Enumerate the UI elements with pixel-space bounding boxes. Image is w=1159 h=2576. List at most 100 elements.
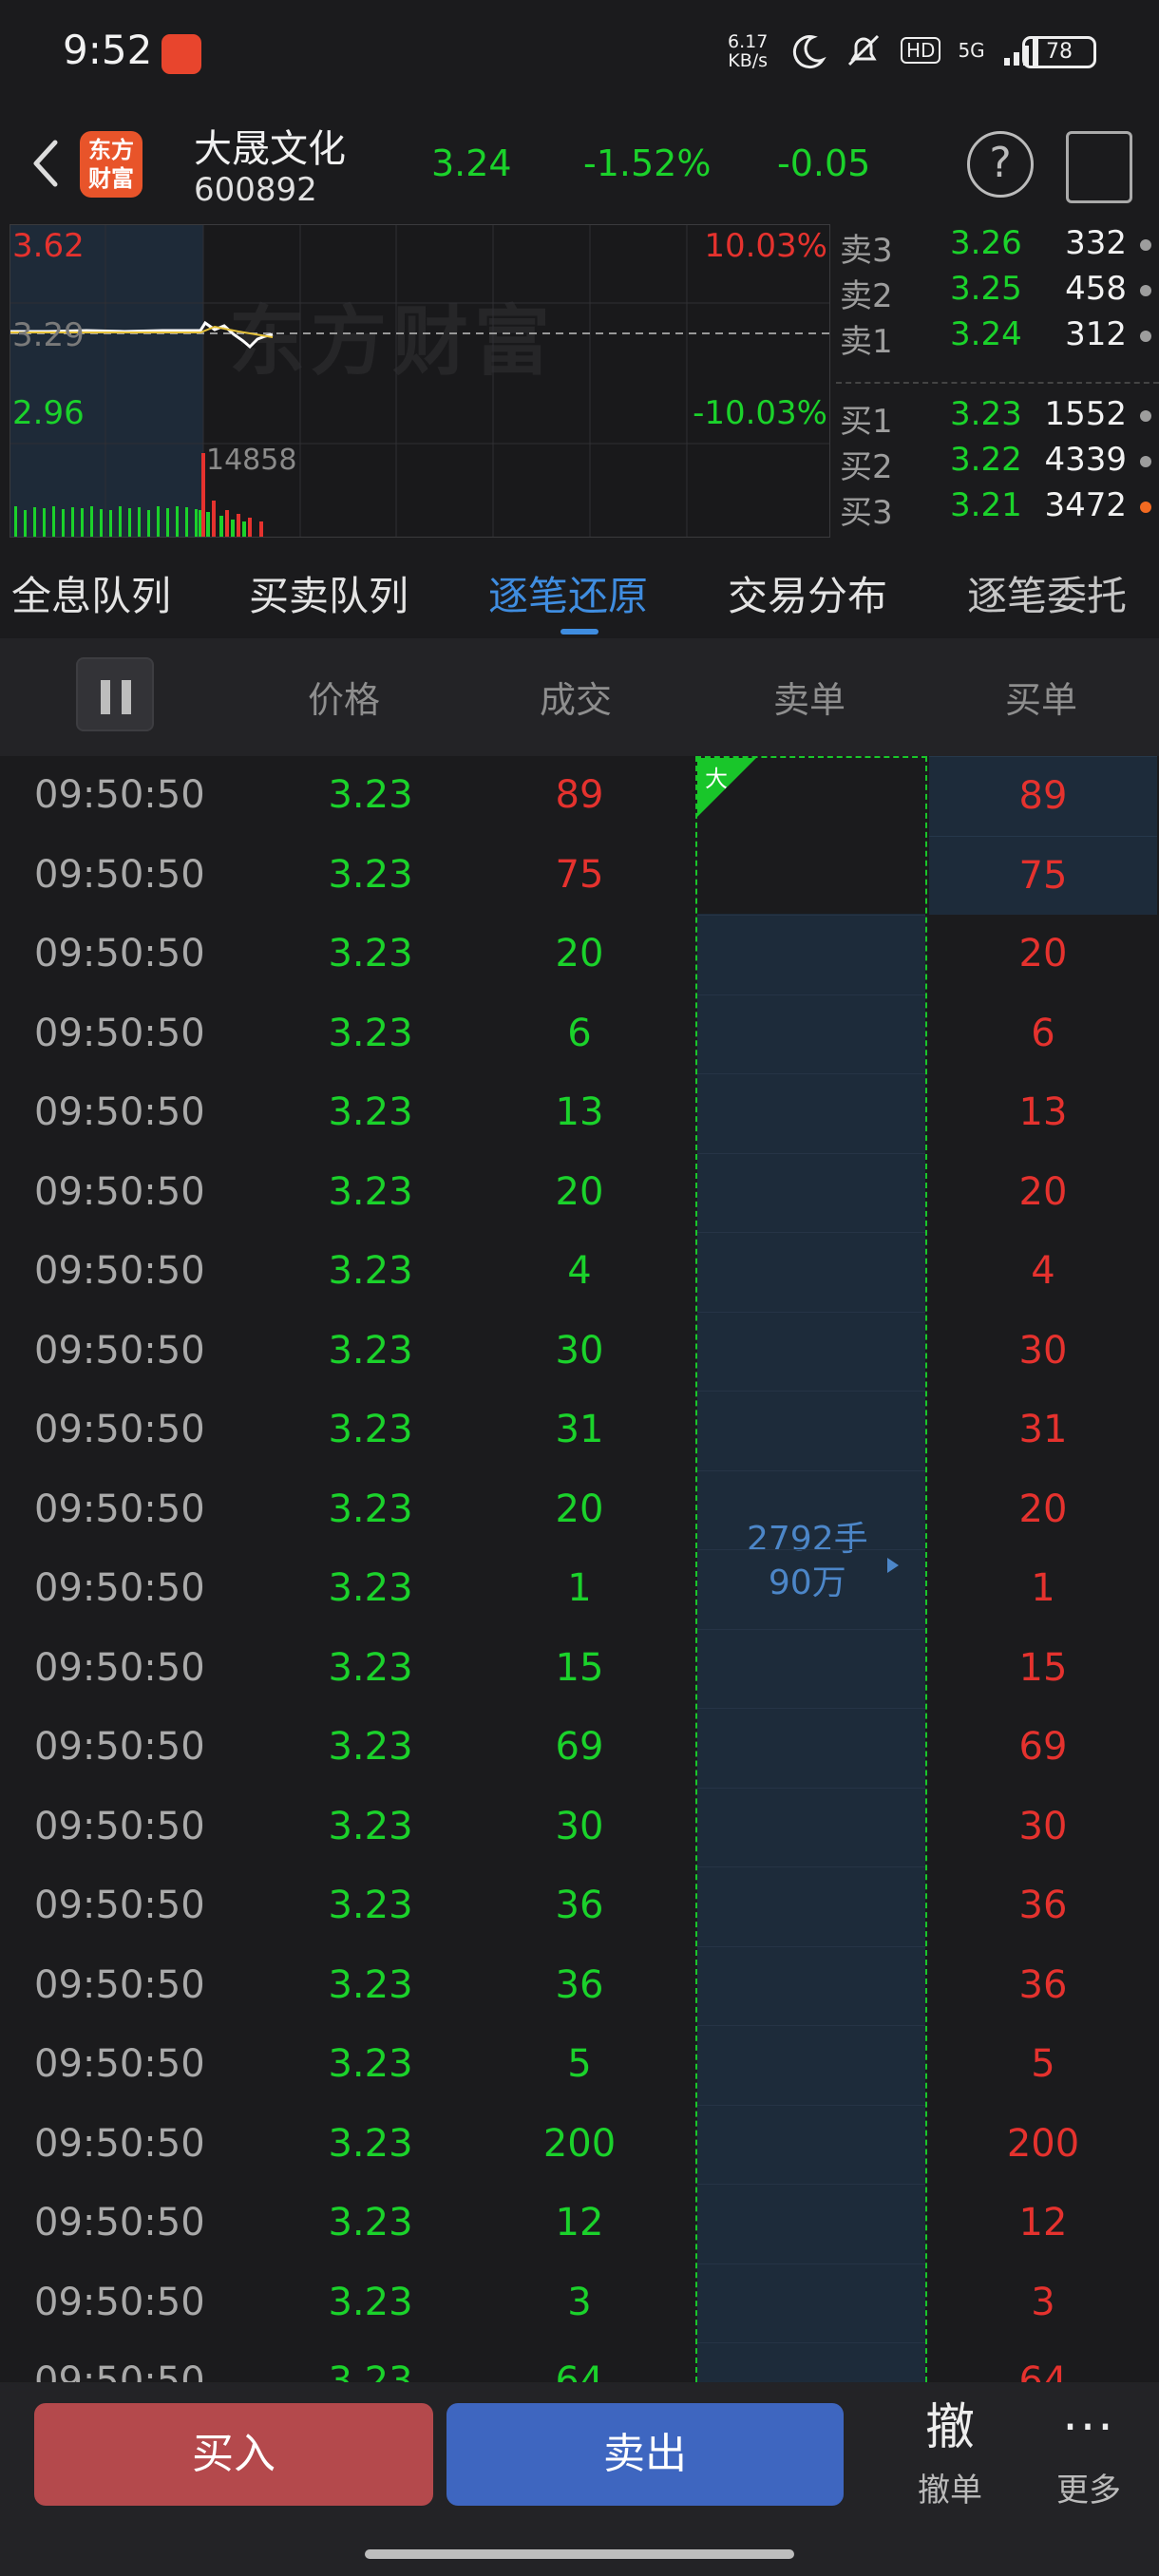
sell-button[interactable]: 卖出: [446, 2403, 844, 2506]
mute-bell-icon: [847, 34, 880, 66]
trade-volume: 36: [555, 1884, 604, 1927]
trade-buy-order: 30: [1018, 1328, 1068, 1373]
intraday-mini-chart[interactable]: 东方财富 3.62 10.03% 3.29 2.96 -10.03% 14858: [10, 224, 830, 538]
sell-block-row-divider: [697, 1152, 925, 1154]
tab-tick-replay[interactable]: 逐笔还原: [488, 564, 648, 622]
trade-buy-order: 64: [1018, 2359, 1068, 2382]
bid-row: 买1 3.23 1552: [836, 395, 1159, 441]
trade-price: 3.23: [328, 1884, 413, 1927]
trade-row: 09:50:50 3.23 20 20: [0, 1153, 1159, 1233]
more-button[interactable]: ··· 更多: [1041, 2397, 1136, 2510]
trade-price: 3.23: [328, 1011, 413, 1055]
net-speed: 6.17 KB/s: [728, 32, 768, 70]
chart-volume-label: 14858: [206, 444, 297, 477]
app-notification-icon: [162, 34, 201, 74]
trade-buy-order: 6: [1031, 1011, 1055, 1055]
trade-buy-order: 4: [1031, 1249, 1055, 1293]
trade-row: 09:50:50 3.23 30 30: [0, 1312, 1159, 1392]
cancel-order-button[interactable]: 撤 撤单: [902, 2397, 998, 2510]
trade-time: 09:50:50: [34, 2201, 205, 2245]
pause-icon: [101, 680, 110, 714]
trade-buy-order: 20: [1018, 1169, 1068, 1214]
trade-time: 09:50:50: [34, 1249, 205, 1293]
back-arrow-icon[interactable]: [23, 135, 70, 192]
trade-price: 3.23: [328, 1249, 413, 1293]
trade-row: 09:50:50 3.23 6 6: [0, 994, 1159, 1074]
trade-price: 3.23: [328, 1169, 413, 1214]
trade-volume: 15: [555, 1645, 604, 1690]
trade-row: 09:50:50 3.23 69 69: [0, 1708, 1159, 1788]
trade-volume: 89: [555, 773, 604, 817]
sell-block-row-divider: [697, 915, 925, 916]
trade-row: 09:50:50 3.23 12 12: [0, 2184, 1159, 2263]
trade-price: 3.23: [328, 2042, 413, 2086]
bid-dot-icon: [1140, 502, 1151, 513]
buy-button[interactable]: 买入: [34, 2403, 433, 2506]
trade-price: 3.23: [328, 932, 413, 975]
trade-volume: 20: [555, 932, 604, 975]
trade-price: 3.23: [328, 1408, 413, 1451]
trade-price: 3.23: [328, 2201, 413, 2245]
trade-row: 09:50:50 3.23 20 20: [0, 915, 1159, 994]
sell-block-row-divider: [697, 1073, 925, 1074]
help-icon[interactable]: ?: [967, 131, 1034, 198]
chart-canvas: [10, 225, 829, 537]
ask-volume: 332: [1065, 224, 1127, 262]
trade-price: 3.23: [328, 1962, 413, 2007]
trade-buy-order: 200: [1006, 2121, 1080, 2166]
trade-volume: 20: [555, 1487, 604, 1531]
brand-logo: 东方 财富: [80, 131, 142, 198]
more-dots-icon: ···: [1062, 2399, 1115, 2456]
bid-dot-icon: [1140, 456, 1151, 467]
trade-buy-order: 20: [1018, 1487, 1068, 1531]
pause-button[interactable]: [76, 657, 154, 731]
bid-label: 买2: [840, 448, 893, 486]
net-speed-value: 6.17: [728, 31, 769, 52]
sell-block-row-divider: [697, 1945, 925, 1947]
trade-list[interactable]: 大 2792手 90万 09:50:50 3.23 89 89 09:50:50 3.23…: [0, 756, 1159, 2382]
trade-buy-order: 20: [1018, 932, 1068, 975]
trade-row: 09:50:50 3.23 5 5: [0, 2025, 1159, 2105]
trade-volume: 36: [555, 1962, 604, 2007]
ask-volume: 458: [1065, 270, 1127, 308]
tab-bid-ask-queue[interactable]: 买卖队列: [249, 564, 408, 622]
trade-volume: 200: [542, 2121, 617, 2166]
current-price: 3.24: [431, 142, 512, 184]
column-sell: 卖单: [773, 679, 846, 721]
trade-price: 3.23: [328, 1090, 413, 1134]
active-tab-indicator: [560, 629, 598, 635]
trade-column-header: 价格 成交 卖单 买单: [0, 638, 1159, 756]
trade-price: 3.23: [328, 1487, 413, 1531]
tab-trade-distribution[interactable]: 交易分布: [728, 564, 887, 622]
bid-volume: 4339: [1044, 441, 1127, 479]
sell-block-row-divider: [697, 1549, 925, 1550]
trade-time: 09:50:50: [34, 852, 205, 897]
trade-price: 3.23: [328, 1804, 413, 1848]
ask-dot-icon: [1140, 239, 1151, 251]
switch-layout-icon[interactable]: [1066, 131, 1132, 203]
order-book-divider: [836, 382, 1159, 384]
bid-label: 买1: [840, 403, 893, 441]
trade-time: 09:50:50: [34, 1566, 205, 1610]
ask-label: 卖3: [840, 232, 893, 270]
bottom-action-bar: 买入 卖出 撤 撤单 ··· 更多: [0, 2382, 1159, 2576]
ask-price: 3.25: [950, 270, 1022, 308]
trade-volume: 5: [567, 2042, 592, 2086]
trade-buy-order: 36: [1018, 1884, 1068, 1927]
tab-full-queue[interactable]: 全息队列: [11, 564, 171, 622]
trade-row: 09:50:50 3.23 20 20: [0, 1470, 1159, 1550]
ask-price: 3.26: [950, 224, 1022, 262]
chart-low-pct: -10.03%: [693, 394, 827, 432]
trade-buy-order: 36: [1018, 1962, 1068, 2007]
ask-row: 卖3 3.26 332: [836, 224, 1159, 270]
trade-time: 09:50:50: [34, 1328, 205, 1373]
sell-block-row-divider: [697, 1628, 925, 1630]
home-indicator[interactable]: [365, 2549, 794, 2559]
logo-line-2: 财富: [88, 165, 134, 192]
tab-tick-orders[interactable]: 逐笔委托: [967, 564, 1127, 622]
sell-block-row-divider: [697, 2025, 925, 2026]
trade-time: 09:50:50: [34, 2280, 205, 2324]
trade-price: 3.23: [328, 852, 413, 897]
sell-block-row-divider: [697, 1866, 925, 1867]
bid-label: 买3: [840, 494, 893, 532]
